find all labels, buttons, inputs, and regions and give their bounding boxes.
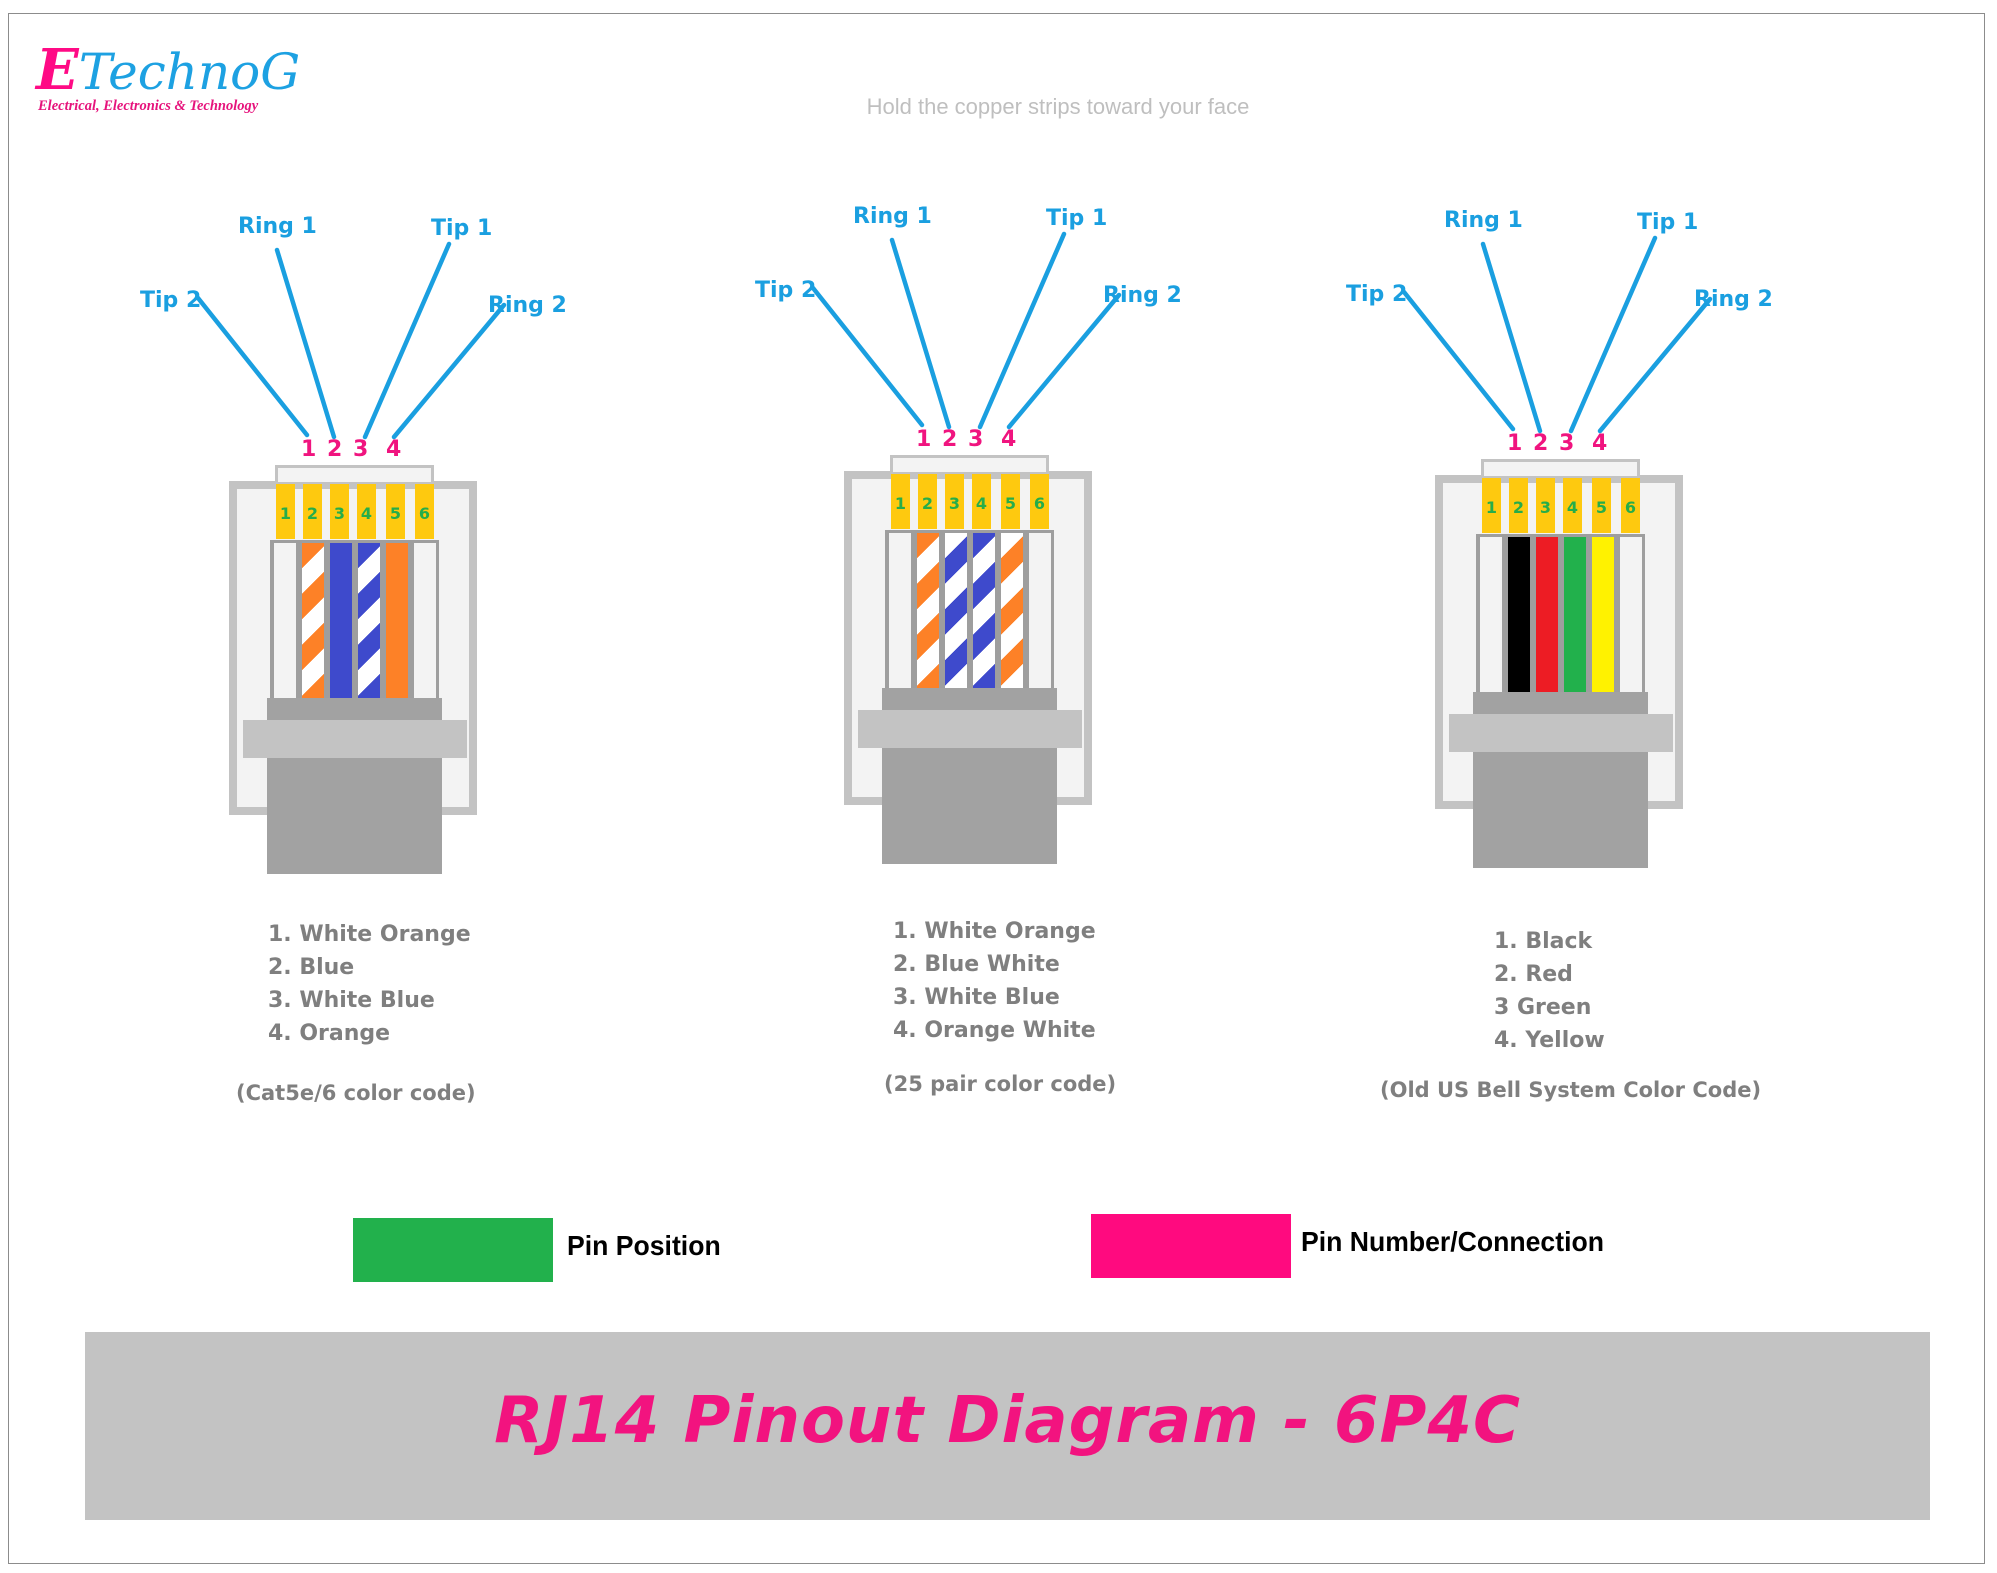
wire-4 <box>1592 537 1614 694</box>
pin-position-4: 4 <box>1566 498 1579 517</box>
crimp-block <box>1473 692 1648 715</box>
lead-label-ring-1: Ring 1 <box>1444 208 1523 233</box>
lead-label-tip-2: Tip 2 <box>1346 282 1408 307</box>
color-code-item: 1. Black <box>1494 929 1593 954</box>
legend-label-pin-position: Pin Position <box>567 1230 721 1261</box>
lead-line-4 <box>1597 296 1713 434</box>
pin-position-1: 1 <box>1485 498 1498 517</box>
wire-bay <box>1476 534 1645 694</box>
gold-contact-5: 5 <box>1592 478 1611 533</box>
diagram-title: RJ14 Pinout Diagram - 6P4C <box>494 1384 1521 1458</box>
gold-contact-1: 1 <box>1482 478 1501 533</box>
gold-contact-4: 4 <box>1563 478 1582 533</box>
cable-boot <box>1473 752 1648 868</box>
title-banner: RJ14 Pinout Diagram - 6P4C <box>85 1332 1930 1520</box>
pin-position-5: 5 <box>1595 498 1608 517</box>
wire-1 <box>1508 537 1530 694</box>
lead-label-tip-1: Tip 1 <box>1637 210 1699 235</box>
wire-empty <box>1480 537 1502 694</box>
legend-swatch-pin-number <box>1091 1214 1291 1278</box>
pin-number-3: 3 <box>1559 431 1575 456</box>
pin-position-6: 6 <box>1624 498 1637 517</box>
wire-empty <box>1620 537 1642 694</box>
pin-number-2: 2 <box>1533 431 1549 456</box>
color-code-item: 4. Yellow <box>1494 1028 1605 1053</box>
pin-number-1: 1 <box>1507 431 1523 456</box>
gold-contact-6: 6 <box>1621 478 1640 533</box>
lead-line-1 <box>1401 289 1516 432</box>
lead-line-3 <box>1568 235 1658 434</box>
color-code-item: 2. Red <box>1494 962 1573 987</box>
latch-bar <box>1449 714 1673 752</box>
color-code-list: 1. Black 2. Red 3 Green 4. Yellow <box>1494 925 1605 1057</box>
legend-label-pin-number: Pin Number/Connection <box>1301 1226 1604 1257</box>
wire-2 <box>1536 537 1558 694</box>
connector-top-tab <box>1481 459 1640 479</box>
pin-position-2: 2 <box>1512 498 1525 517</box>
pin-position-3: 3 <box>1539 498 1552 517</box>
legend-swatch-pin-position <box>353 1218 553 1282</box>
gold-contact-2: 2 <box>1509 478 1528 533</box>
color-code-caption: (Old US Bell System Color Code) <box>1380 1078 1762 1102</box>
wire-3 <box>1564 537 1586 694</box>
lead-label-ring-2: Ring 2 <box>1694 287 1773 312</box>
pin-number-4: 4 <box>1592 431 1608 456</box>
color-code-item: 3 Green <box>1494 995 1592 1020</box>
gold-contact-3: 3 <box>1536 478 1555 533</box>
